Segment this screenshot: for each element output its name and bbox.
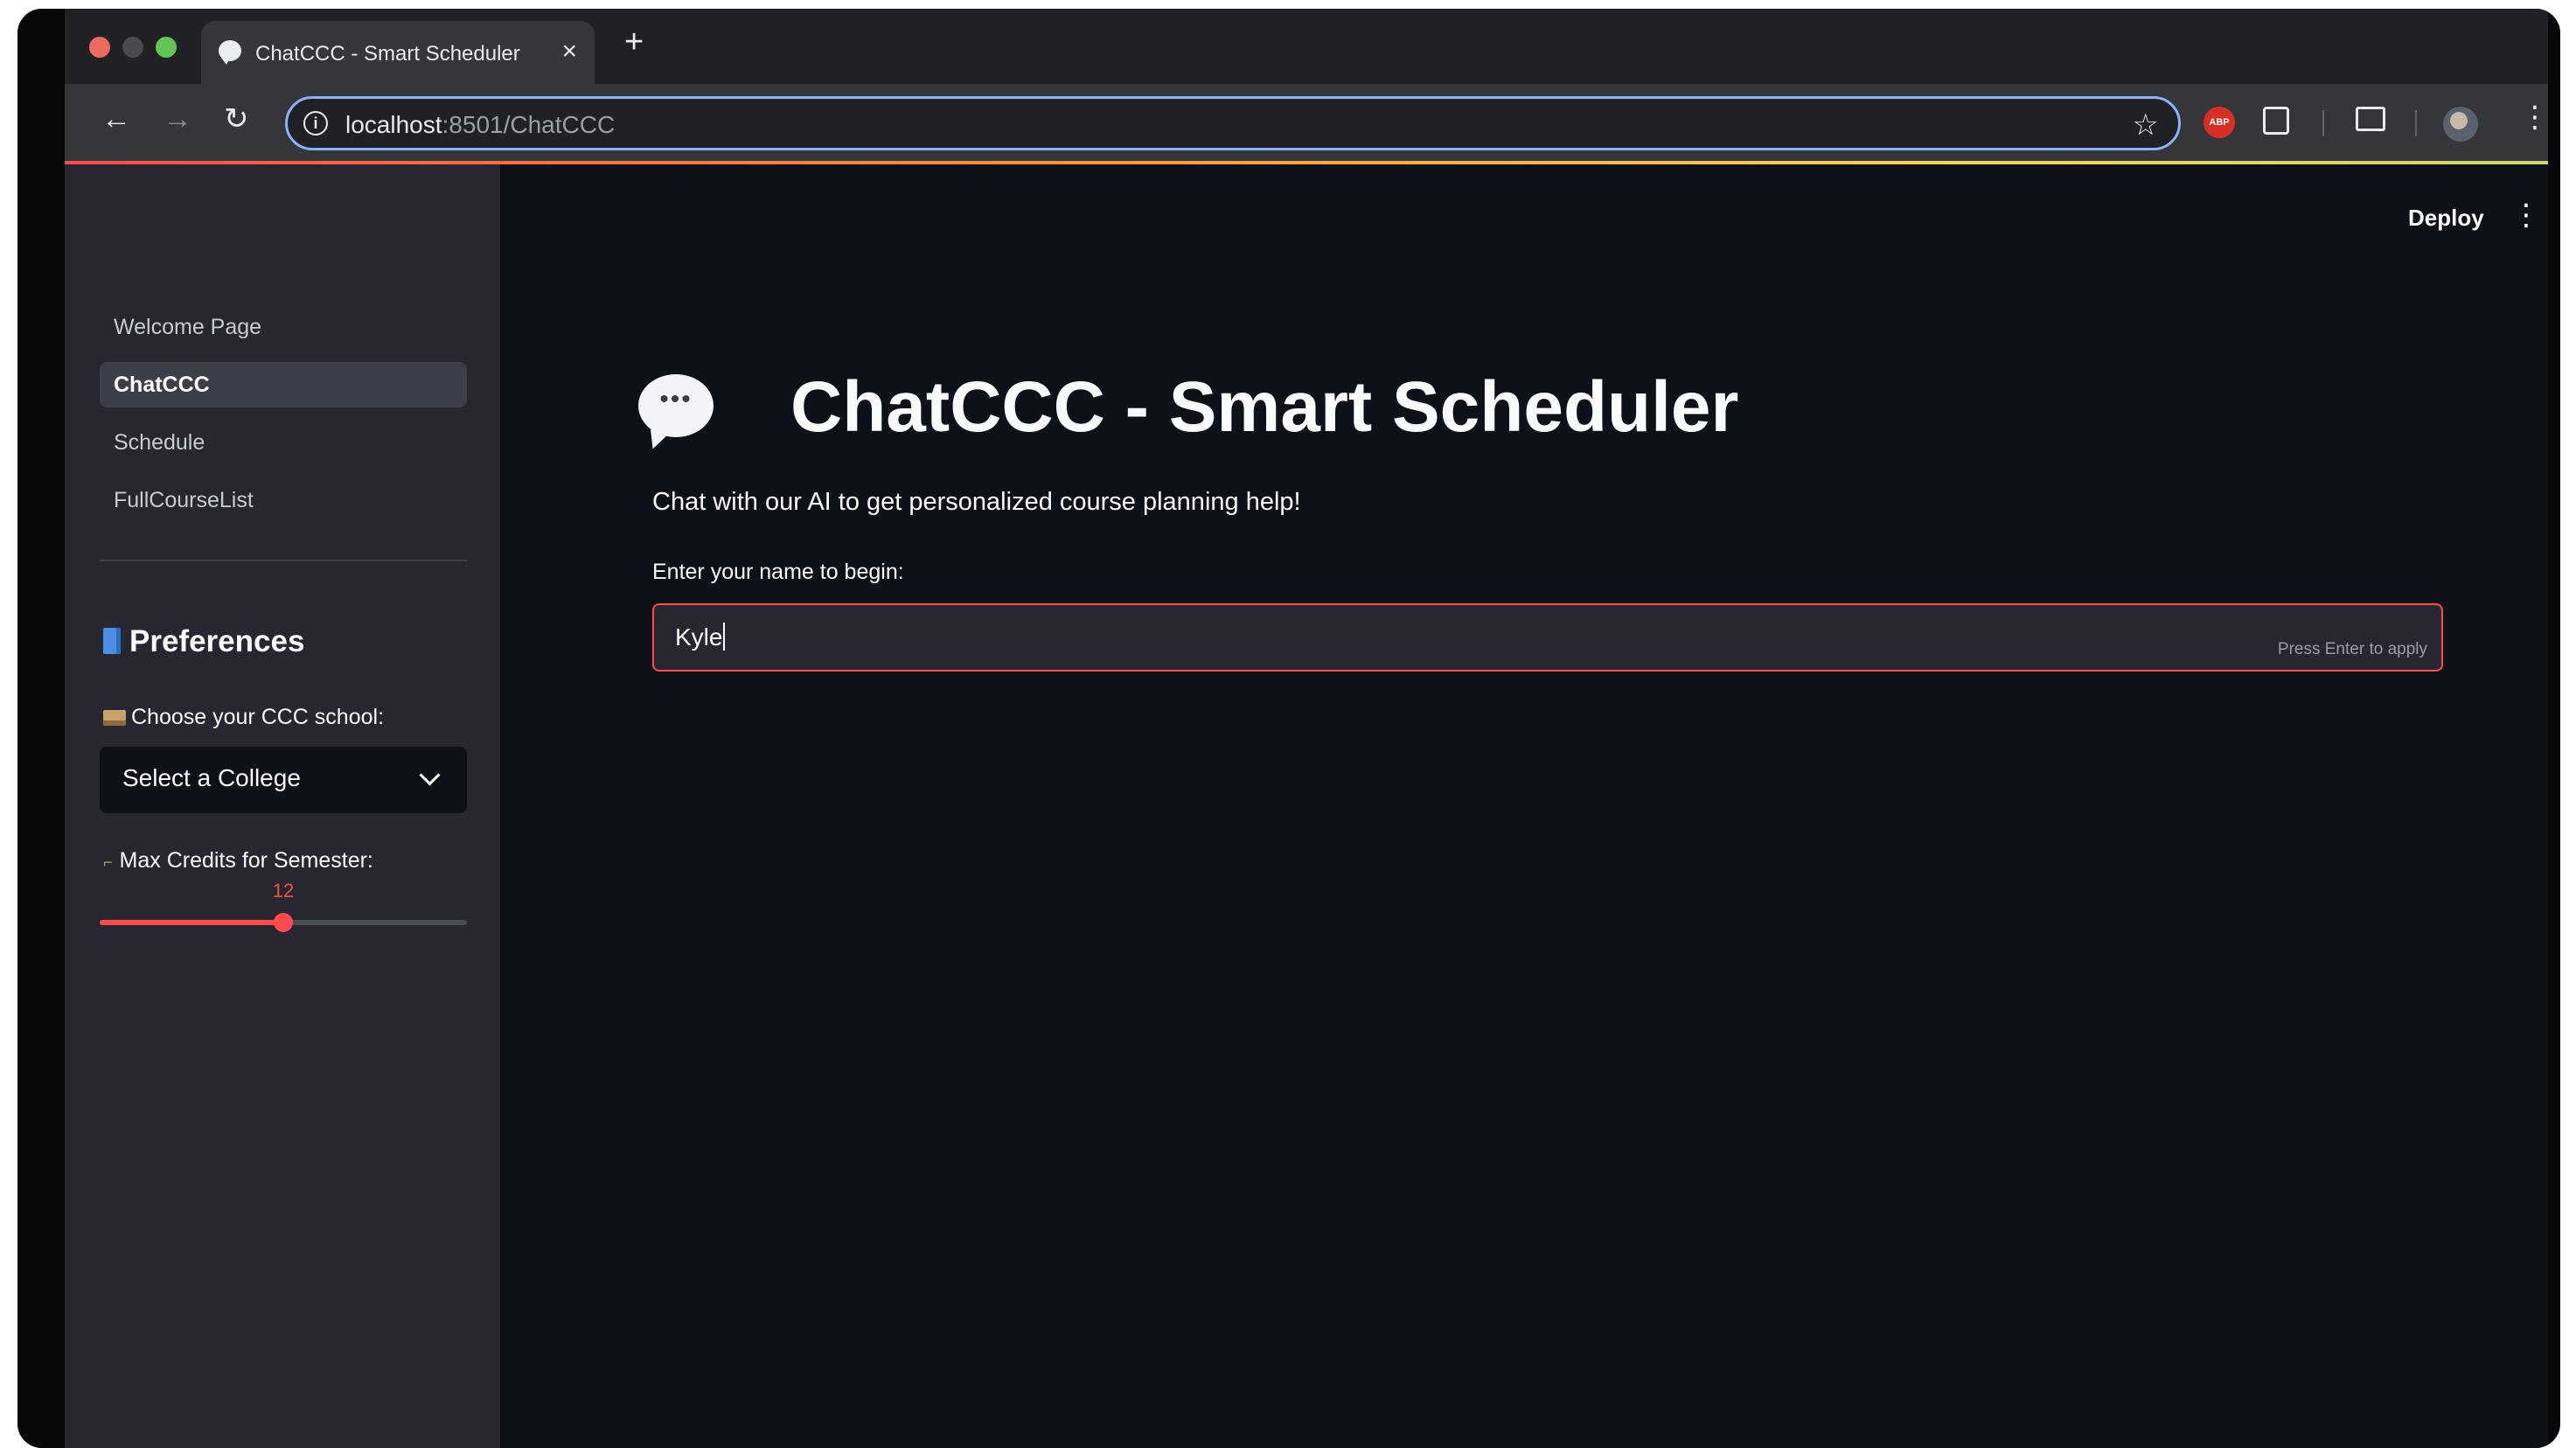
tab-strip: ChatCCC - Smart Scheduler × + xyxy=(65,9,2548,84)
extensions-puzzle-icon[interactable] xyxy=(2263,107,2289,135)
preferences-title: Preferences xyxy=(129,624,305,658)
page-subtitle: Chat with our AI to get personalized cou… xyxy=(652,488,1301,516)
page-title: ChatCCC - Smart Scheduler xyxy=(790,367,1739,447)
url-host: localhost xyxy=(345,111,442,138)
tab-close-icon[interactable]: × xyxy=(561,37,577,66)
name-input-label: Enter your name to begin: xyxy=(652,560,904,584)
college-select-value: Select a College xyxy=(122,764,301,791)
credits-slider-thumb[interactable] xyxy=(274,913,293,932)
credits-slider-value: 12 xyxy=(272,880,295,902)
input-hint: Press Enter to apply xyxy=(2277,640,2427,658)
left-bezel xyxy=(17,9,65,1448)
sidebar-item-chatccc[interactable]: ChatCCC xyxy=(100,362,467,407)
browser-menu-icon[interactable]: ⋮ xyxy=(2520,100,2550,135)
sidebar: Welcome Page ChatCCC Schedule FullCourse… xyxy=(65,164,500,1448)
back-arrow-icon[interactable]: ← xyxy=(101,101,131,136)
url-text[interactable]: localhost:8501/ChatCCC xyxy=(345,111,615,139)
sidebar-item-welcome-page[interactable]: Welcome Page xyxy=(100,304,467,350)
window-zoom-button[interactable] xyxy=(156,37,177,58)
streamlit-app: Welcome Page ChatCCC Schedule FullCourse… xyxy=(65,164,2548,1448)
preferences-heading: Preferences xyxy=(103,624,304,659)
credits-slider[interactable] xyxy=(100,913,467,932)
profile-avatar[interactable] xyxy=(2443,107,2478,142)
new-tab-button[interactable]: + xyxy=(624,24,644,59)
credits-label-text: Max Credits for Semester: xyxy=(119,848,373,873)
text-caret xyxy=(723,623,726,651)
name-input[interactable]: Kyle Press Enter to apply xyxy=(652,603,2443,672)
forward-arrow-icon[interactable]: → xyxy=(163,101,192,136)
chevron-down-icon xyxy=(419,764,441,786)
school-icon xyxy=(103,710,126,726)
sidebar-item-schedule[interactable]: Schedule xyxy=(100,420,467,465)
app-menu-icon[interactable]: ⋮ xyxy=(2511,198,2541,233)
name-input-value[interactable]: Kyle xyxy=(675,623,726,651)
window-minimize-button[interactable] xyxy=(122,37,143,58)
browser-toolbar: ← → ↻ i localhost:8501/ChatCCC ☆ ABP ⋮ xyxy=(65,84,2550,163)
credits-slider-fill xyxy=(100,920,283,925)
school-label-text: Choose your CCC school: xyxy=(131,705,385,729)
right-bezel xyxy=(2548,9,2560,1448)
speech-bubble-icon: ••• xyxy=(638,374,714,437)
site-info-icon[interactable]: i xyxy=(303,111,328,136)
window-close-button[interactable] xyxy=(89,37,110,58)
toolbar-divider xyxy=(2322,110,2324,136)
reload-icon[interactable]: ↻ xyxy=(224,101,249,136)
browser-tab[interactable]: ChatCCC - Smart Scheduler × xyxy=(201,21,595,84)
address-bar[interactable]: i localhost:8501/ChatCCC ☆ xyxy=(285,96,2181,150)
bookmark-star-icon[interactable]: ☆ xyxy=(2133,108,2159,143)
book-icon xyxy=(103,628,121,654)
tab-title: ChatCCC - Smart Scheduler xyxy=(255,42,520,66)
toolbar-divider xyxy=(2415,110,2417,136)
sidebar-item-fullcourselist[interactable]: FullCourseList xyxy=(100,477,467,523)
sidebar-divider xyxy=(100,560,467,561)
name-input-text: Kyle xyxy=(675,623,723,651)
credits-label: ⌐ Max Credits for Semester: xyxy=(103,848,373,874)
screen-frame: ChatCCC - Smart Scheduler × + ← → ↻ i lo… xyxy=(17,9,2560,1448)
speech-bubble-favicon-icon xyxy=(219,40,241,65)
deploy-button[interactable]: Deploy xyxy=(2408,205,2484,232)
school-label: Choose your CCC school: xyxy=(103,705,384,730)
adblock-extension-icon[interactable]: ABP xyxy=(2204,107,2235,138)
college-select[interactable]: Select a College xyxy=(100,747,467,813)
browser-chrome: ChatCCC - Smart Scheduler × + ← → ↻ i lo… xyxy=(65,9,2550,164)
graduation-cap-icon: ⌐ xyxy=(103,853,113,871)
url-path: :8501/ChatCCC xyxy=(442,111,616,138)
tab-search-icon[interactable] xyxy=(2356,107,2385,131)
